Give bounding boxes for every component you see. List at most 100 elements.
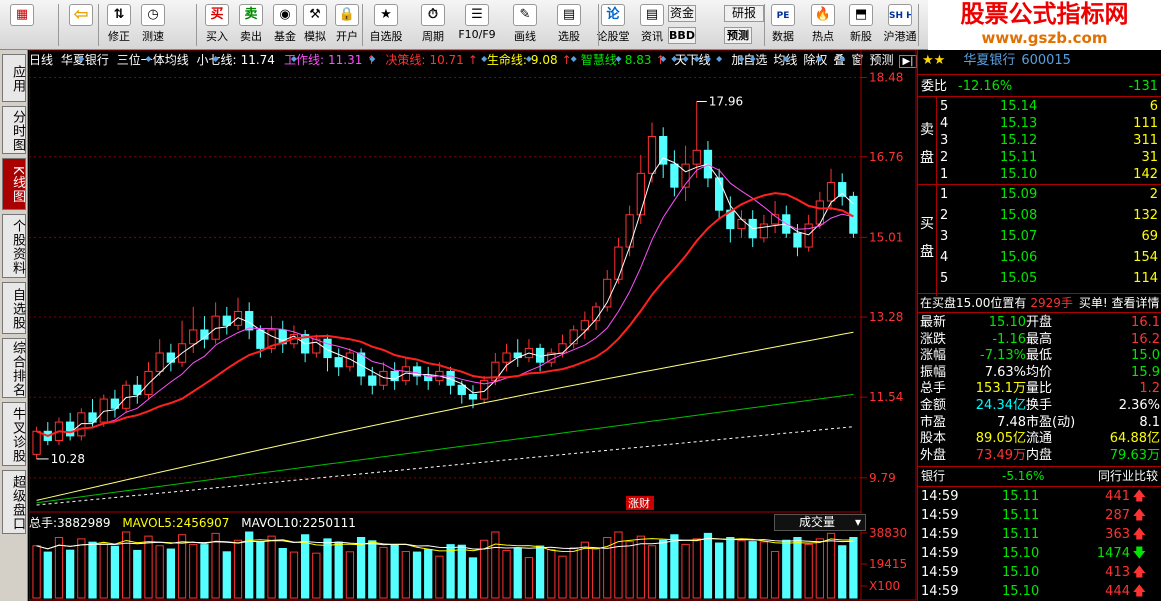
buy-level-row[interactable]: 1 15.09 2 xyxy=(918,186,1161,203)
fund-toolbar-button[interactable]: ◉ 基金 xyxy=(270,2,300,48)
info-diamond-icon[interactable] xyxy=(369,56,376,62)
sector-compare-link[interactable]: 同行业比较 xyxy=(1098,468,1158,485)
stat-row: 总手 153.1万 量比 1.2 xyxy=(918,380,1161,397)
up-down-toolbar-button[interactable]: ⇅ 修正 xyxy=(104,2,134,48)
tab-profile[interactable]: 个股资料 xyxy=(2,214,26,278)
big-order-notice[interactable]: 在买盘15.00位置有 2929手 买单! 查看详情 xyxy=(918,295,1161,312)
sell-level-row[interactable]: 3 15.12 311 xyxy=(918,132,1161,149)
filter-toolbar-button[interactable]: ▤ 选股 xyxy=(548,2,590,48)
info-diamond-icon[interactable] xyxy=(749,56,756,62)
info-diamond-icon[interactable] xyxy=(816,56,823,62)
tick-time: 14:59 xyxy=(921,546,959,561)
arrow-down-icon: 🡇 xyxy=(1132,546,1146,561)
tab-diagnosis[interactable]: 牛叉诊股 xyxy=(2,402,26,466)
sell-level-row[interactable]: 4 15.13 111 xyxy=(918,115,1161,132)
hk-connect-toolbar-button[interactable]: SH HK 沪港通 xyxy=(880,2,920,48)
sell-toolbar-button[interactable]: 卖卖出 xyxy=(236,2,266,48)
info-diamond-icon[interactable] xyxy=(481,56,488,62)
kline-chart-area[interactable]: 日线 华夏银行 三位一体均线 小七线:11.74工作线:11.31↑决策线:10… xyxy=(29,50,917,601)
info-diamond-icon[interactable] xyxy=(704,56,711,62)
tab-orderbook[interactable]: 超级盘口 xyxy=(2,470,26,534)
divider xyxy=(918,312,1161,313)
sector-row[interactable]: 银行 -5.16% 同行业比较 xyxy=(918,468,1161,485)
info-diamond-icon[interactable] xyxy=(660,56,667,62)
info-diamond-icon[interactable] xyxy=(570,56,577,62)
volume-bar xyxy=(737,540,746,599)
info-diamond-icon[interactable] xyxy=(839,56,846,62)
buy-level-row[interactable]: 5 15.05 114 xyxy=(918,270,1161,287)
candle-body xyxy=(334,357,343,368)
candle-body xyxy=(32,430,41,455)
info-diamond-icon[interactable] xyxy=(671,56,678,62)
back-arrow-toolbar-button[interactable]: ⇦ xyxy=(66,2,96,48)
volume-bar xyxy=(99,542,108,599)
tab-timeshare[interactable]: 分时图 xyxy=(2,106,26,154)
volume-bar xyxy=(300,534,310,599)
pen-toolbar-button[interactable]: ✎ 画线 xyxy=(504,2,546,48)
sell-level-row[interactable]: 2 15.11 31 xyxy=(918,149,1161,166)
info-diamond-icon[interactable] xyxy=(693,56,700,62)
buy-level-row[interactable]: 3 15.07 69 xyxy=(918,228,1161,245)
toolbar-separator xyxy=(918,4,919,46)
data-toolbar-button[interactable]: PE 数据 xyxy=(768,2,798,48)
buy-toolbar-button[interactable]: 买买入 xyxy=(202,2,232,48)
brand-watermark: 股票公式指标网 www.gszb.com xyxy=(928,0,1161,50)
filter-icon: ▤ xyxy=(557,4,581,26)
news-toolbar-button[interactable]: ▤ 资讯 xyxy=(636,2,668,48)
info-diamond-icon[interactable] xyxy=(716,56,723,62)
info-diamond-icon[interactable] xyxy=(783,56,790,62)
toolbar-separator xyxy=(196,4,197,46)
favorites-toolbar-button[interactable]: ★ 自选股 xyxy=(366,2,406,48)
fund-flow-icon: 资金 xyxy=(668,5,696,22)
sell-level-row[interactable]: 5 15.14 6 xyxy=(918,98,1161,115)
candle-body xyxy=(759,223,769,239)
volume-bar xyxy=(681,543,690,599)
volume-bar xyxy=(647,545,657,599)
info-diamond-icon[interactable] xyxy=(78,56,85,62)
candle-body xyxy=(368,375,377,386)
arrow-up-icon: 🡅 xyxy=(1132,527,1146,542)
buy-volume: 154 xyxy=(1133,250,1158,265)
tab-app[interactable]: 应用 xyxy=(2,54,26,102)
hot-toolbar-button[interactable]: 🔥 热点 xyxy=(808,2,838,48)
speed-toolbar-button[interactable]: ◷ 测速 xyxy=(138,2,168,48)
tab-ranking[interactable]: 综合排名 xyxy=(2,338,26,398)
period-toolbar-button[interactable]: ⏱ 周期 xyxy=(414,2,452,48)
grid-toolbar-button[interactable]: ▦ xyxy=(8,2,36,48)
ipo-toolbar-button[interactable]: ⬒ 新股 xyxy=(846,2,876,48)
lock-toolbar-button[interactable]: 🔒 开户 xyxy=(332,2,362,48)
notice-link[interactable]: 买单! 查看详情 xyxy=(1079,296,1160,310)
info-diamond-icon[interactable] xyxy=(738,56,745,62)
volume-bar xyxy=(256,541,265,599)
bbd-icon: BBD xyxy=(668,27,696,44)
pen-label: 画线 xyxy=(514,30,536,43)
buy-level-row[interactable]: 2 15.08 132 xyxy=(918,207,1161,224)
event-tag[interactable]: 涨财 xyxy=(626,496,654,510)
volume-selector[interactable]: 成交量 ▾ xyxy=(774,514,866,531)
volume-bar xyxy=(133,549,142,599)
buy-level-row[interactable]: 4 15.06 154 xyxy=(918,249,1161,266)
sell-volume: 311 xyxy=(1133,133,1158,148)
period-icon: ⏱ xyxy=(421,4,445,26)
forecast-toolbar-button[interactable]: 预测 xyxy=(724,27,752,49)
info-diamond-icon[interactable] xyxy=(525,56,532,62)
info-diamond-icon[interactable] xyxy=(682,56,689,62)
arrow-up-icon: 🡅 xyxy=(1132,508,1146,523)
volume-bar xyxy=(368,540,377,599)
stat-label: 内盘 xyxy=(1026,447,1053,463)
hammer-icon: ⚒ xyxy=(303,4,327,26)
tab-label: 个股资料 xyxy=(10,219,25,275)
fund-icon: ◉ xyxy=(273,4,297,26)
tab-favorites[interactable]: 自选股 xyxy=(2,282,26,334)
info-diamond-icon[interactable] xyxy=(615,56,622,62)
info-diamond-icon[interactable] xyxy=(145,56,152,62)
info-diamond-icon[interactable] xyxy=(290,56,297,62)
f10-toolbar-button[interactable]: ☰ F10/F9 xyxy=(454,2,500,48)
sell-level-row[interactable]: 1 15.10 142 xyxy=(918,166,1161,183)
info-diamond-icon[interactable] xyxy=(212,56,219,62)
tab-kline[interactable]: K线图 xyxy=(2,158,26,210)
level-num: 3 xyxy=(940,133,949,148)
bbd-toolbar-button[interactable]: BBD xyxy=(668,27,696,49)
hammer-toolbar-button[interactable]: ⚒ 模拟 xyxy=(300,2,330,48)
tick-price: 15.11 xyxy=(1002,489,1040,504)
